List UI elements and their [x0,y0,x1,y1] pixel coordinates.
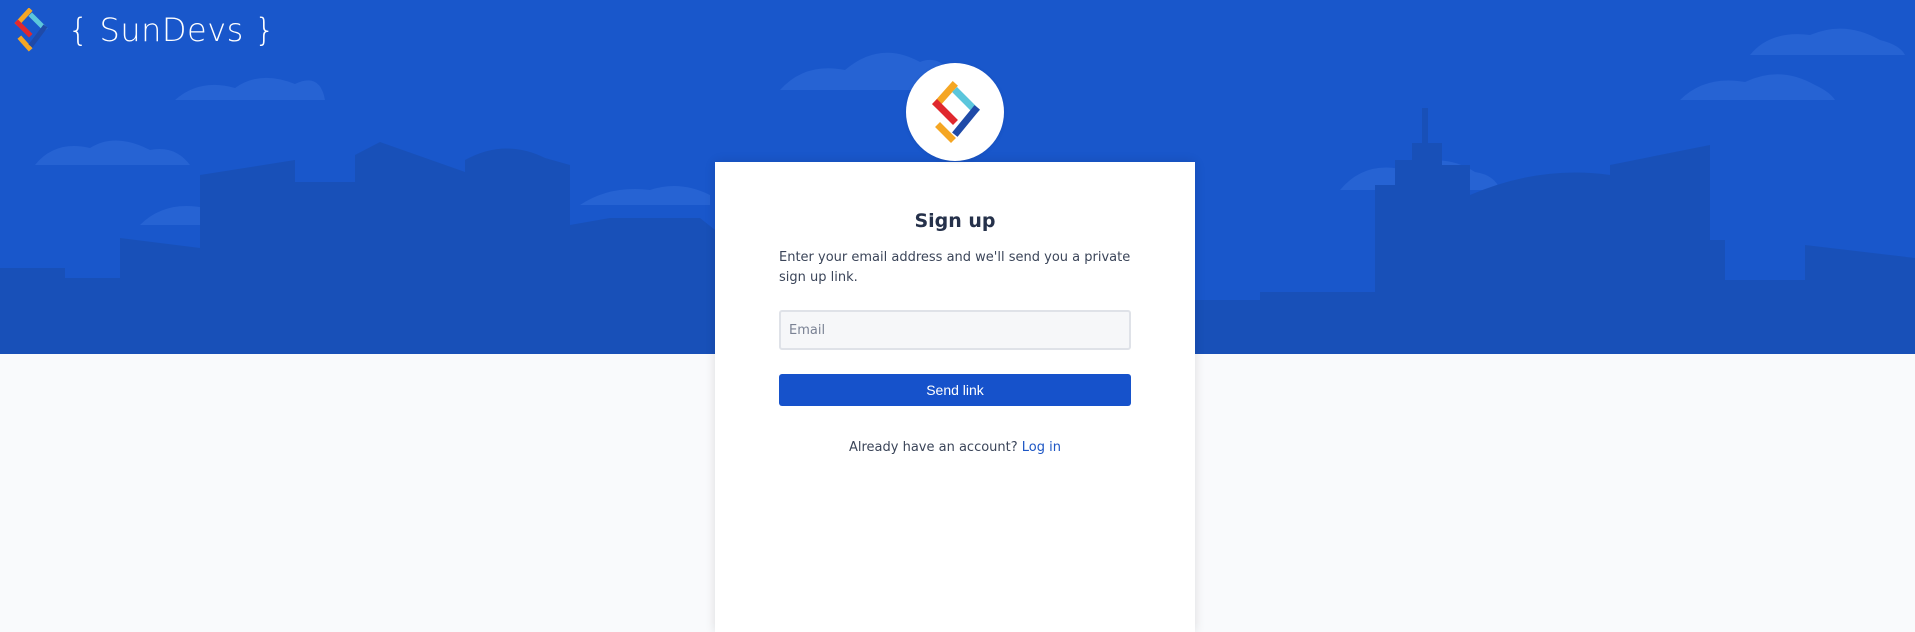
login-prompt-row: Already have an account? Log in [715,440,1195,455]
sundevs-logo-icon [14,8,48,52]
brand-name: { SunDevs } [68,11,276,49]
signup-card: Sign up Enter your email address and we'… [715,162,1195,632]
logo-badge [906,63,1004,161]
login-prompt-text: Already have an account? [848,440,1018,455]
brand-header[interactable]: { SunDevs } [10,8,275,52]
login-link[interactable]: Log in [1022,440,1061,455]
email-field[interactable] [779,310,1131,350]
signup-description: Enter your email address and we'll send … [779,250,1131,285]
send-link-button[interactable]: Send link [779,374,1131,406]
sundevs-logo-icon [932,81,980,143]
signup-title: Sign up [914,210,996,232]
